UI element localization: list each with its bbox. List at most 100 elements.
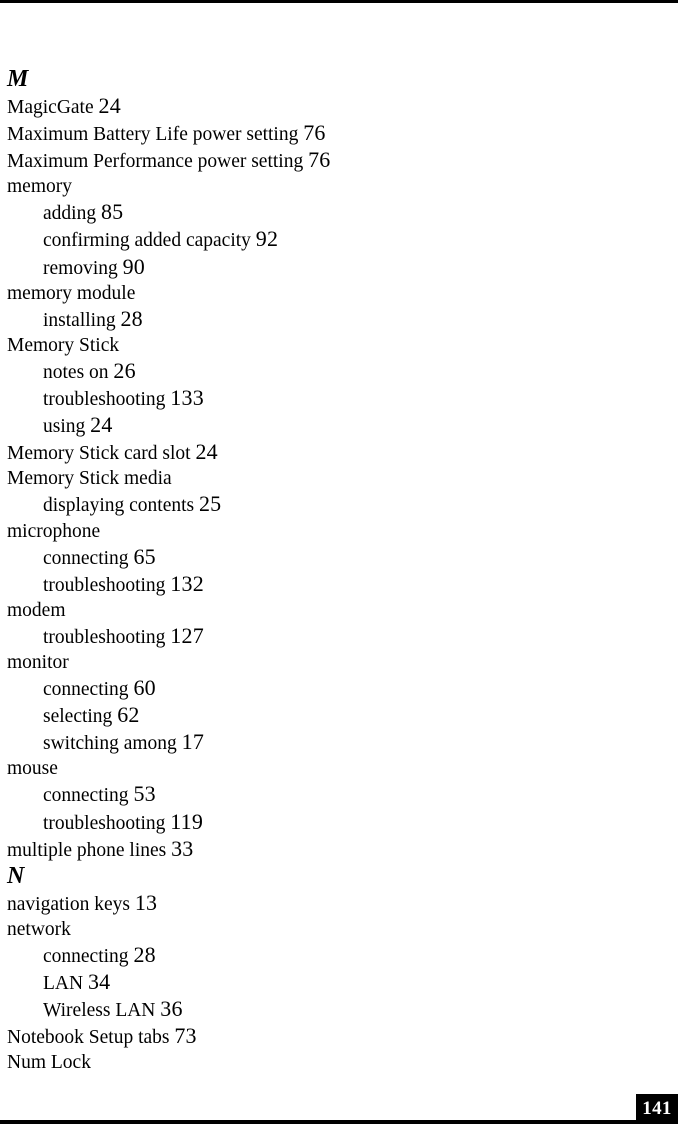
- index-entry: connecting 53: [7, 781, 647, 808]
- footer-rule-divider: [0, 1120, 678, 1124]
- index-entry: LAN 34: [7, 969, 647, 996]
- index-entry: monitor: [7, 650, 647, 675]
- index-entry-page-number[interactable]: 25: [199, 491, 221, 516]
- index-entry-page-number[interactable]: 92: [256, 226, 278, 251]
- index-entry-page-number[interactable]: 62: [117, 702, 139, 727]
- index-entry: Memory Stick: [7, 333, 647, 358]
- index-entry: installing 28: [7, 306, 647, 333]
- index-entry-page-number[interactable]: 53: [133, 781, 155, 806]
- index-entry-term: displaying contents: [43, 495, 195, 517]
- index-entry-term: MagicGate: [7, 97, 94, 118]
- index-entry: Num Lock: [7, 1050, 647, 1075]
- index-entry-list: M MagicGate 24 Maximum Battery Life power …: [7, 66, 647, 1075]
- index-entry-page-number[interactable]: 34: [88, 969, 110, 994]
- index-entry: network: [7, 917, 647, 942]
- index-entry: selecting 62: [7, 702, 647, 729]
- index-entry: connecting 60: [7, 675, 647, 702]
- index-entry: Maximum Battery Life power setting 76: [7, 120, 647, 147]
- index-entry-term: connecting: [43, 679, 129, 701]
- index-entry-page-number[interactable]: 119: [170, 809, 203, 834]
- index-entry-page-number[interactable]: 36: [160, 996, 182, 1021]
- index-entry: microphone: [7, 519, 647, 544]
- index-entry: displaying contents 25: [7, 491, 647, 518]
- index-entry: connecting 65: [7, 544, 647, 571]
- index-entry-page-number[interactable]: 133: [170, 385, 204, 410]
- index-entry-page-number[interactable]: 73: [174, 1023, 196, 1048]
- index-entry-page-number[interactable]: 60: [133, 675, 155, 700]
- index-entry: multiple phone lines 33: [7, 836, 647, 863]
- index-entry-term: Wireless LAN: [43, 1000, 156, 1022]
- index-entry-page-number[interactable]: 28: [120, 306, 142, 331]
- index-entry-page-number[interactable]: 132: [170, 571, 204, 596]
- index-entry: removing 90: [7, 254, 647, 281]
- index-entry-term: selecting: [43, 706, 113, 728]
- index-entry-page-number[interactable]: 85: [101, 199, 123, 224]
- index-entry: notes on 26: [7, 358, 647, 385]
- index-entry-page-number[interactable]: 76: [303, 120, 325, 145]
- index-entry-term: connecting: [43, 945, 129, 967]
- index-entry: Notebook Setup tabs 73: [7, 1023, 647, 1050]
- index-entry-term: installing: [43, 309, 116, 331]
- index-entry-page-number[interactable]: 24: [90, 412, 112, 437]
- index-entry-term: Memory Stick card slot: [7, 443, 191, 465]
- index-entry: Memory Stick media: [7, 466, 647, 491]
- section-letter-heading: N: [7, 862, 25, 889]
- index-entry-term: connecting: [43, 785, 129, 807]
- index-entry: troubleshooting 127: [7, 623, 647, 650]
- section-letter-heading: M: [7, 66, 29, 92]
- index-entry-term: troubleshooting: [43, 389, 166, 411]
- index-entry: adding 85: [7, 199, 647, 226]
- index-entry: using 24: [7, 412, 647, 439]
- index-entry-term: Notebook Setup tabs: [7, 1027, 170, 1049]
- index-entry-term: microphone: [7, 520, 101, 542]
- index-entry-term: memory: [7, 176, 72, 198]
- index-entry-term: confirming added capacity: [43, 230, 251, 252]
- index-entry: troubleshooting 133: [7, 385, 647, 412]
- index-entry-term: Maximum Performance power setting: [7, 151, 304, 173]
- page-number-badge: 141: [636, 1094, 678, 1124]
- index-entry-page-number[interactable]: 127: [170, 623, 204, 648]
- top-rule-divider: [0, 0, 678, 3]
- index-entry: switching among 17: [7, 729, 647, 756]
- index-entry: mouse: [7, 756, 647, 781]
- index-entry-term: adding: [43, 203, 97, 225]
- index-entry-page-number[interactable]: 24: [99, 93, 121, 118]
- index-entry-term: using: [43, 416, 86, 438]
- index-entry: confirming added capacity 92: [7, 226, 647, 253]
- index-entry-term: monitor: [7, 651, 69, 673]
- index-entry-term: LAN: [43, 973, 84, 994]
- index-entry-term: modem: [7, 599, 66, 621]
- index-entry-term: navigation keys: [7, 893, 130, 915]
- index-entry-page-number[interactable]: 33: [171, 836, 193, 861]
- index-entry: troubleshooting 132: [7, 571, 647, 598]
- index-entry: Wireless LAN 36: [7, 996, 647, 1023]
- index-entry-page-number[interactable]: 26: [113, 358, 135, 383]
- index-entry-term: mouse: [7, 758, 58, 780]
- index-entry: modem: [7, 598, 647, 623]
- index-entry: MagicGate 24: [7, 93, 647, 120]
- index-entry-page-number[interactable]: 24: [195, 439, 217, 464]
- index-entry-term: troubleshooting: [43, 626, 166, 648]
- index-entry-page-number[interactable]: 76: [308, 147, 330, 172]
- index-entry-term: removing: [43, 257, 118, 279]
- index-entry-page-number[interactable]: 17: [182, 729, 204, 754]
- index-entry-page-number[interactable]: 13: [135, 890, 157, 915]
- index-entry: memory module: [7, 281, 647, 306]
- index-entry-term: Num Lock: [7, 1052, 91, 1074]
- index-entry-term: Memory Stick: [7, 334, 120, 356]
- index-entry-term: switching among: [43, 733, 177, 755]
- index-entry-page-number[interactable]: 65: [133, 544, 155, 569]
- index-entry-term: network: [7, 918, 71, 940]
- index-entry: troubleshooting 119: [7, 809, 647, 836]
- index-entry-term: multiple phone lines: [7, 839, 167, 861]
- index-entry-term: memory module: [7, 282, 136, 304]
- index-entry-term: Memory Stick media: [7, 468, 172, 490]
- index-entry-term: notes on: [43, 361, 109, 383]
- index-entry: Memory Stick card slot 24: [7, 439, 647, 466]
- index-entry-page-number[interactable]: 90: [123, 254, 145, 279]
- index-entry-term: troubleshooting: [43, 812, 166, 834]
- page-footer: 141: [0, 1085, 678, 1127]
- index-entry: connecting 28: [7, 942, 647, 969]
- index-entry-page-number[interactable]: 28: [133, 942, 155, 967]
- index-entry: navigation keys 13: [7, 890, 647, 917]
